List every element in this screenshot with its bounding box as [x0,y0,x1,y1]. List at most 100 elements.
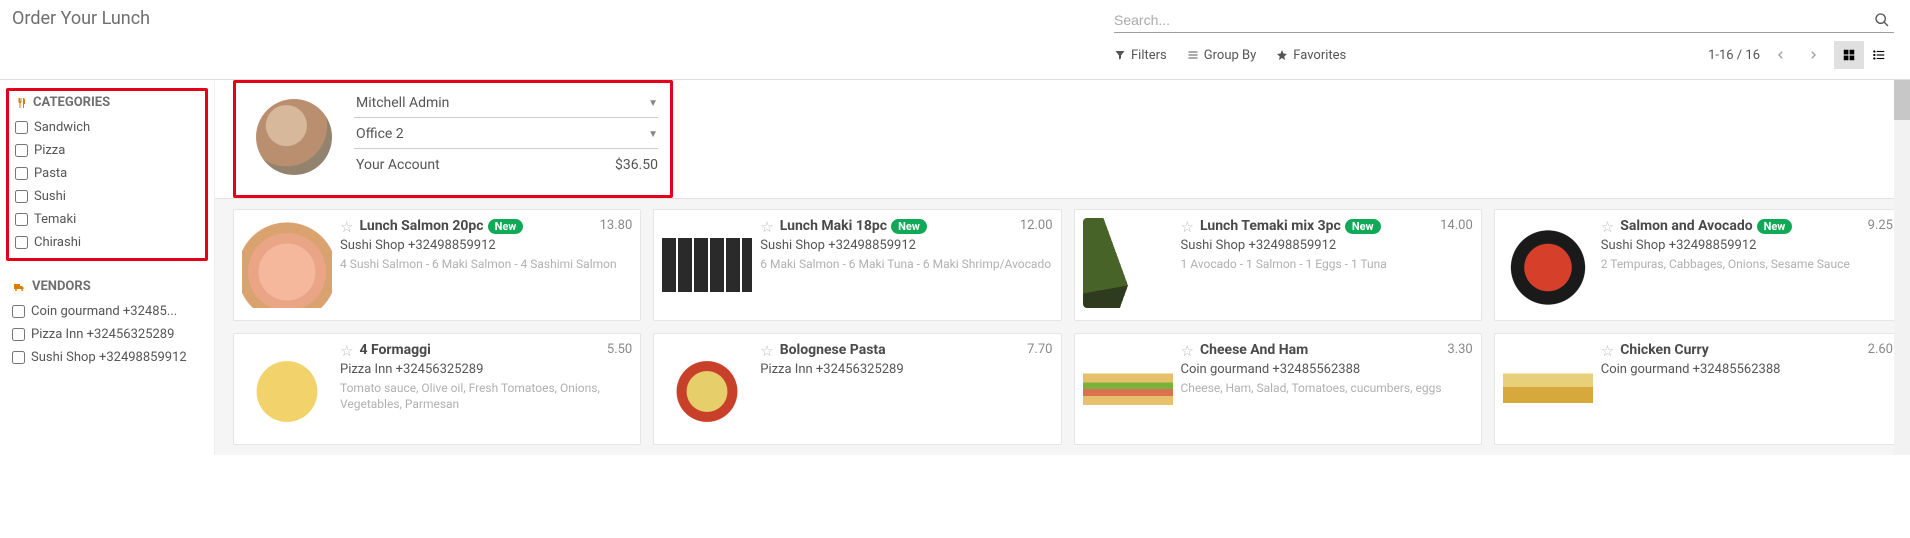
account-box: Mitchell Admin ▼ Office 2 ▼ Your Account… [233,80,673,198]
vendor-filter-checkbox[interactable] [12,328,25,341]
vendor-filter-item[interactable]: Sushi Shop +32498859912 [12,346,202,369]
product-image [1083,342,1173,432]
chevron-left-icon [1776,48,1786,62]
vendors-header: VENDORS [12,279,202,294]
category-filter-label: Pasta [34,166,67,181]
product-price: 3.30 [1447,342,1472,357]
product-image [662,342,752,432]
category-filter-checkbox[interactable] [15,213,28,226]
page-title: Order Your Lunch [12,8,150,29]
filters-label: Filters [1131,48,1167,63]
product-card[interactable]: 14.00☆Lunch Temaki mix 3pcNewSushi Shop … [1074,209,1482,321]
favorites-label: Favorites [1293,48,1346,63]
category-filter-label: Sandwich [34,120,90,135]
product-description: 4 Sushi Salmon - 6 Maki Salmon - 4 Sashi… [340,257,632,273]
list-icon [1187,49,1199,61]
category-filter-label: Temaki [34,212,76,227]
product-card[interactable]: 12.00☆Lunch Maki 18pcNewSushi Shop +3249… [653,209,1061,321]
location-select-value: Office 2 [356,126,404,142]
product-title: Salmon and AvocadoNew [1620,218,1792,235]
product-card[interactable]: 9.25☆Salmon and AvocadoNewSushi Shop +32… [1494,209,1902,321]
product-price: 13.80 [600,218,633,233]
categories-header: CATEGORIES [15,95,199,110]
favorite-star-icon[interactable]: ☆ [340,218,353,236]
vendor-filter-item[interactable]: Pizza Inn +32456325289 [12,323,202,346]
pager-prev-button[interactable] [1770,44,1792,66]
account-balance-row: Your Account $36.50 [354,153,658,179]
groupby-label: Group By [1204,48,1257,63]
product-card[interactable]: 5.50☆4 FormaggiPizza Inn +32456325289Tom… [233,333,641,445]
category-filter-item[interactable]: Sushi [15,185,199,208]
favorite-star-icon[interactable]: ☆ [1181,218,1194,236]
category-filter-checkbox[interactable] [15,144,28,157]
category-filter-item[interactable]: Pizza [15,139,199,162]
list-view-icon [1872,48,1886,62]
product-title: 4 Formaggi [359,342,430,359]
category-filter-item[interactable]: Chirashi [15,231,199,254]
product-card[interactable]: 3.30☆Cheese And HamCoin gourmand +324855… [1074,333,1482,445]
product-image [242,342,332,432]
location-select[interactable]: Office 2 ▼ [354,122,658,149]
new-badge: New [1345,219,1381,234]
product-vendor: Coin gourmand +32485562388 [1181,362,1473,377]
category-filter-item[interactable]: Temaki [15,208,199,231]
product-vendor: Sushi Shop +32498859912 [1181,238,1473,253]
filters-button[interactable]: Filters [1114,48,1167,63]
favorites-button[interactable]: Favorites [1276,48,1346,63]
product-card[interactable]: 13.80 ☆ Lunch Salmon 20pcNew Sushi Shop +32… [233,209,641,321]
product-vendor: Pizza Inn +32456325289 [340,362,632,377]
categories-header-label: CATEGORIES [33,95,110,110]
view-kanban-button[interactable] [1834,41,1864,69]
product-card[interactable]: 2.60☆Chicken CurryCoin gourmand +3248556… [1494,333,1902,445]
product-image [242,218,332,308]
chevron-right-icon [1808,48,1818,62]
vendor-filter-label: Coin gourmand +32485... [31,304,177,319]
vendor-filter-checkbox[interactable] [12,351,25,364]
truck-icon [12,281,26,293]
chevron-down-icon: ▼ [648,129,658,140]
favorite-star-icon[interactable]: ☆ [1181,342,1194,360]
product-price: 9.25 [1868,218,1893,233]
chevron-down-icon: ▼ [648,98,658,109]
product-vendor: Sushi Shop +32498859912 [340,238,632,253]
category-filter-checkbox[interactable] [15,167,28,180]
category-filter-item[interactable]: Sandwich [15,116,199,139]
favorite-star-icon[interactable]: ☆ [1601,218,1614,236]
search-button[interactable] [1870,8,1894,32]
category-filter-checkbox[interactable] [15,121,28,134]
utensils-icon [15,97,27,109]
scrollbar[interactable] [1894,80,1910,455]
product-image [1083,218,1173,308]
groupby-button[interactable]: Group By [1187,48,1257,63]
category-filter-label: Sushi [34,189,66,204]
product-description: Cheese, Ham, Salad, Tomatoes, cucumbers,… [1181,381,1473,397]
new-badge: New [1757,219,1793,234]
vendors-header-label: VENDORS [32,279,91,294]
category-filter-checkbox[interactable] [15,190,28,203]
category-filter-item[interactable]: Pasta [15,162,199,185]
categories-section: CATEGORIES Sandwich Pizza Pasta Sushi Temaki… [6,88,208,261]
favorite-star-icon[interactable]: ☆ [760,342,773,360]
vendor-filter-checkbox[interactable] [12,305,25,318]
pager-next-button[interactable] [1802,44,1824,66]
product-title: Lunch Salmon 20pcNew [359,218,523,235]
avatar [256,99,332,175]
grid-icon [1842,48,1856,62]
category-filter-checkbox[interactable] [15,236,28,249]
product-vendor: Pizza Inn +32456325289 [760,362,1052,377]
product-description: 2 Tempuras, Cabbages, Onions, Sesame Sau… [1601,257,1893,273]
favorite-star-icon[interactable]: ☆ [340,342,353,360]
category-filter-label: Chirashi [34,235,81,250]
favorite-star-icon[interactable]: ☆ [760,218,773,236]
favorite-star-icon[interactable]: ☆ [1601,342,1614,360]
user-select[interactable]: Mitchell Admin ▼ [354,91,658,118]
filter-icon [1114,49,1126,61]
view-list-button[interactable] [1864,41,1894,69]
star-icon [1276,49,1288,61]
vendor-filter-item[interactable]: Coin gourmand +32485... [12,300,202,323]
product-title: Bolognese Pasta [780,342,886,359]
vendors-section: VENDORS Coin gourmand +32485... Pizza Inn… [6,275,208,373]
user-select-value: Mitchell Admin [356,95,449,111]
product-card[interactable]: 7.70☆Bolognese PastaPizza Inn +324563252… [653,333,1061,445]
search-input[interactable] [1114,8,1870,32]
